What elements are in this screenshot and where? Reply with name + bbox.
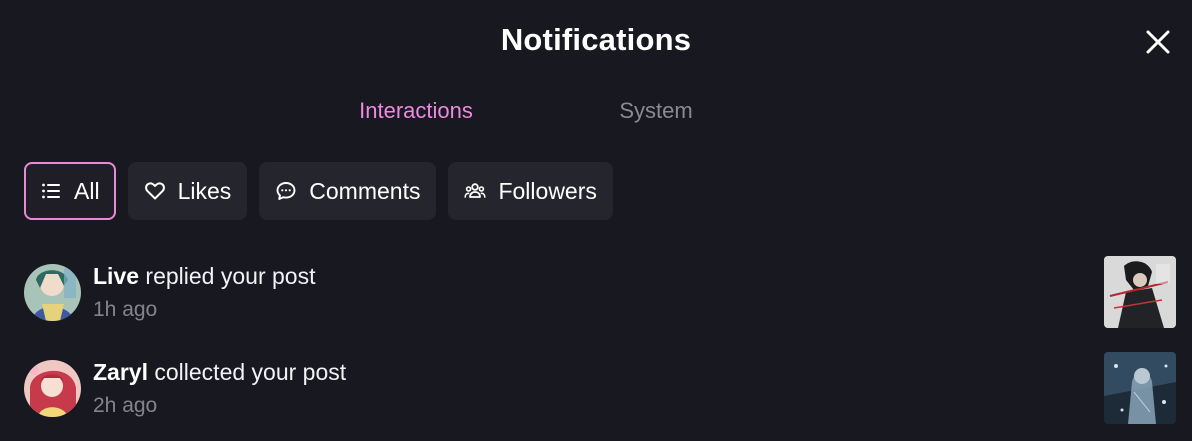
filter-followers-label: Followers: [498, 177, 597, 204]
notification-message: Live replied your post: [93, 260, 315, 292]
users-icon: [464, 180, 487, 202]
username-link[interactable]: Zaryl: [93, 359, 148, 385]
avatar[interactable]: [24, 264, 81, 321]
filter-comments-label: Comments: [309, 177, 421, 204]
username-link[interactable]: Live: [93, 263, 139, 289]
list-icon: [40, 180, 62, 202]
notification-time: 1h ago: [93, 298, 158, 321]
filter-all-button[interactable]: All: [24, 162, 116, 220]
post-thumbnail[interactable]: [1104, 352, 1176, 424]
filter-bar: All Likes Comments Followers: [24, 162, 613, 220]
notification-message: Zaryl collected your post: [93, 356, 346, 388]
tab-interactions[interactable]: Interactions: [296, 96, 536, 126]
notification-text: Live replied your post 1h ago: [93, 260, 315, 326]
tab-bar: Interactions System: [0, 96, 1192, 126]
filter-likes-label: Likes: [177, 177, 232, 204]
notifications-panel: Notifications Interactions System All Li…: [0, 0, 1192, 441]
filter-followers-button[interactable]: Followers: [448, 162, 613, 220]
post-thumbnail[interactable]: [1104, 256, 1176, 328]
avatar[interactable]: [24, 360, 81, 417]
filter-likes-button[interactable]: Likes: [127, 162, 248, 220]
close-button[interactable]: [1143, 27, 1173, 57]
close-icon: [1146, 30, 1170, 54]
page-title: Notifications: [500, 22, 692, 57]
notification-text: Zaryl collected your post 2h ago: [93, 356, 346, 422]
notification-action: replied your post: [139, 263, 316, 289]
notification-time: 2h ago: [93, 394, 158, 417]
tab-system[interactable]: System: [536, 96, 776, 126]
notification-action: collected your post: [147, 359, 347, 385]
filter-all-label: All: [74, 177, 100, 204]
filter-comments-button[interactable]: Comments: [259, 162, 437, 220]
heart-icon: [144, 180, 166, 202]
comment-icon: [275, 180, 297, 202]
notification-list: Live replied your post 1h ago Zaryl coll…: [0, 248, 1192, 440]
notification-item[interactable]: Zaryl collected your post 2h ago: [0, 344, 1192, 440]
notification-item[interactable]: Live replied your post 1h ago: [0, 248, 1192, 344]
